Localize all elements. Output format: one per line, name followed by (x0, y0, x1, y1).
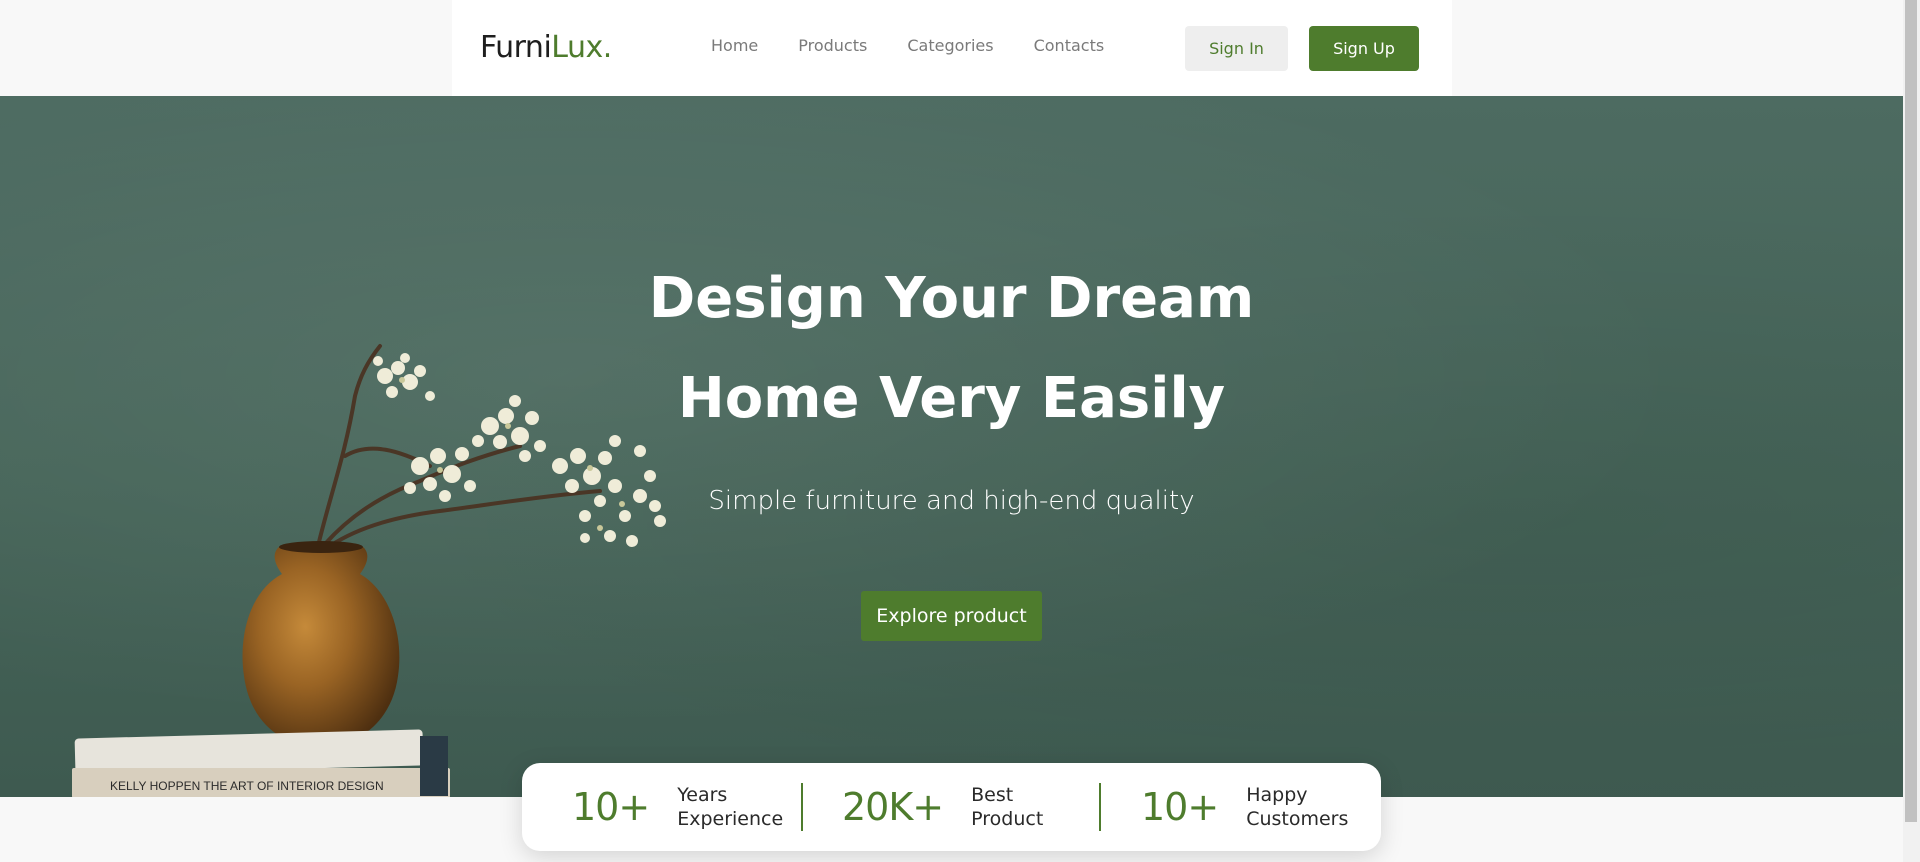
nav-link-categories[interactable]: Categories (907, 36, 993, 55)
book-spine-text: KELLY HOPPEN THE ART OF INTERIOR DESIGN (110, 779, 384, 793)
brand-name-part2: Lux. (551, 30, 612, 65)
stat-number: 10+ (572, 785, 650, 829)
navbar: FurniLux. Home Products Categories Conta… (452, 0, 1452, 96)
hero-subtitle: Simple furniture and high-end quality (708, 486, 1195, 516)
stat-label-line2: Experience (677, 808, 784, 830)
brand-logo[interactable]: FurniLux. (480, 30, 612, 65)
sign-in-button[interactable]: Sign In (1185, 26, 1288, 71)
brand-name-part1: Furni (480, 30, 552, 65)
hero-title-line2: Home Very Easily (677, 366, 1226, 431)
stat-label-line2: Customers (1246, 808, 1349, 830)
hero-section: KELLY HOPPEN THE ART OF INTERIOR DESIGN … (0, 96, 1903, 797)
stat-divider (1099, 783, 1101, 831)
nav-link-home[interactable]: Home (711, 36, 758, 55)
stat-number: 10+ (1141, 785, 1219, 829)
stats-card: 10+ Years Experience 20K+ Best Product 1… (522, 763, 1381, 851)
stat-divider (801, 783, 803, 831)
scrollbar-thumb[interactable] (1905, 0, 1917, 822)
stat-label: Years Experience (677, 783, 783, 831)
nav-link-contacts[interactable]: Contacts (1034, 36, 1105, 55)
stat-years-experience: 10+ Years Experience (572, 763, 783, 851)
hero-title-line1: Design Your Dream (648, 266, 1255, 331)
vase-with-flowers-image (72, 344, 666, 797)
stat-label: Happy Customers (1246, 783, 1348, 831)
explore-product-button[interactable]: Explore product (861, 591, 1042, 641)
stat-number: 20K+ (842, 785, 944, 829)
stat-label-line1: Years (677, 784, 728, 806)
stat-label-line2: Product (971, 808, 1044, 830)
stat-happy-customers: 10+ Happy Customers (1141, 763, 1348, 851)
stat-label: Best Product (971, 783, 1043, 831)
stat-best-product: 20K+ Best Product (842, 763, 1043, 851)
page-scrollbar[interactable] (1903, 0, 1920, 862)
stat-label-line1: Happy (1246, 784, 1308, 806)
nav-links: Home Products Categories Contacts (711, 36, 1104, 55)
stat-label-line1: Best (971, 784, 1014, 806)
sign-up-button[interactable]: Sign Up (1309, 26, 1419, 71)
nav-link-products[interactable]: Products (798, 36, 867, 55)
